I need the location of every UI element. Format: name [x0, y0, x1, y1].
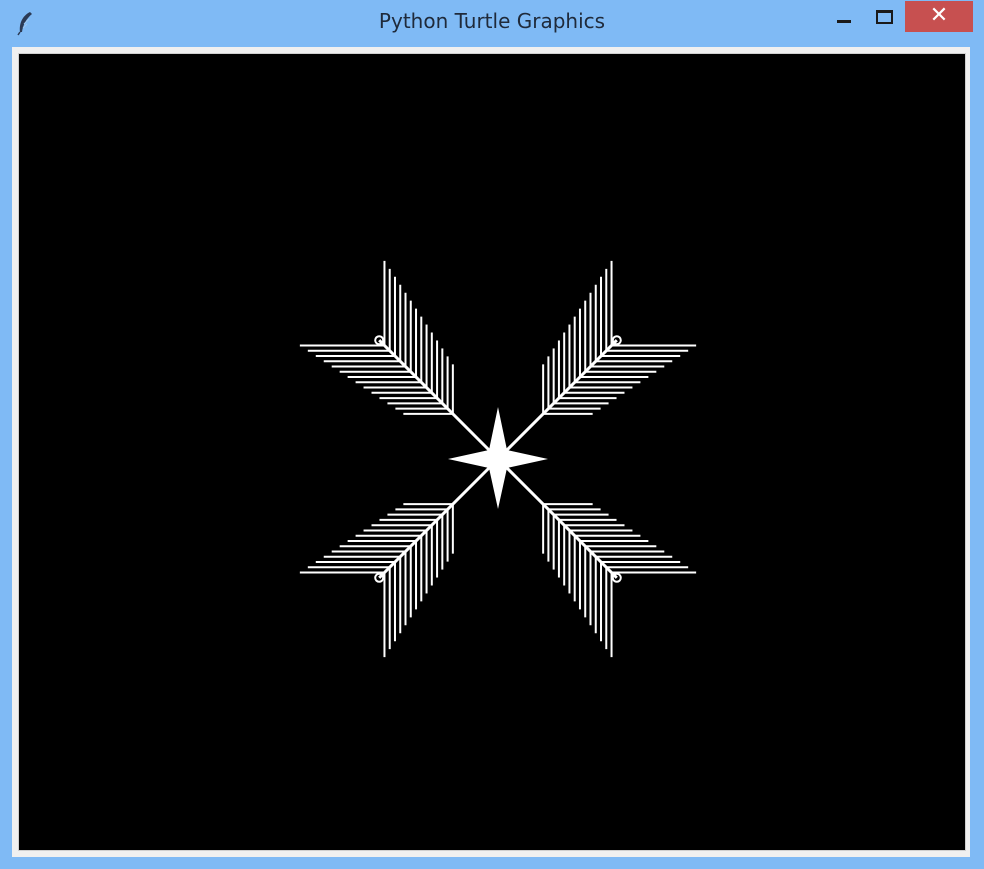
close-button[interactable]: ✕ [905, 1, 973, 32]
branch-upper-left-stem [378, 339, 500, 461]
turtle-drawing [299, 260, 697, 658]
close-icon: ✕ [929, 3, 949, 28]
title-bar[interactable]: Python Turtle Graphics ✕ [0, 0, 984, 44]
branch-lower-right-stem [496, 457, 618, 579]
minimize-icon [837, 20, 851, 23]
branch-upper-right-stem [496, 339, 618, 461]
maximize-button[interactable] [866, 1, 902, 32]
maximize-icon [876, 10, 893, 24]
branch-lower-left-stem [378, 457, 500, 579]
minimize-button[interactable] [826, 1, 862, 32]
turtle-canvas[interactable] [18, 53, 966, 851]
